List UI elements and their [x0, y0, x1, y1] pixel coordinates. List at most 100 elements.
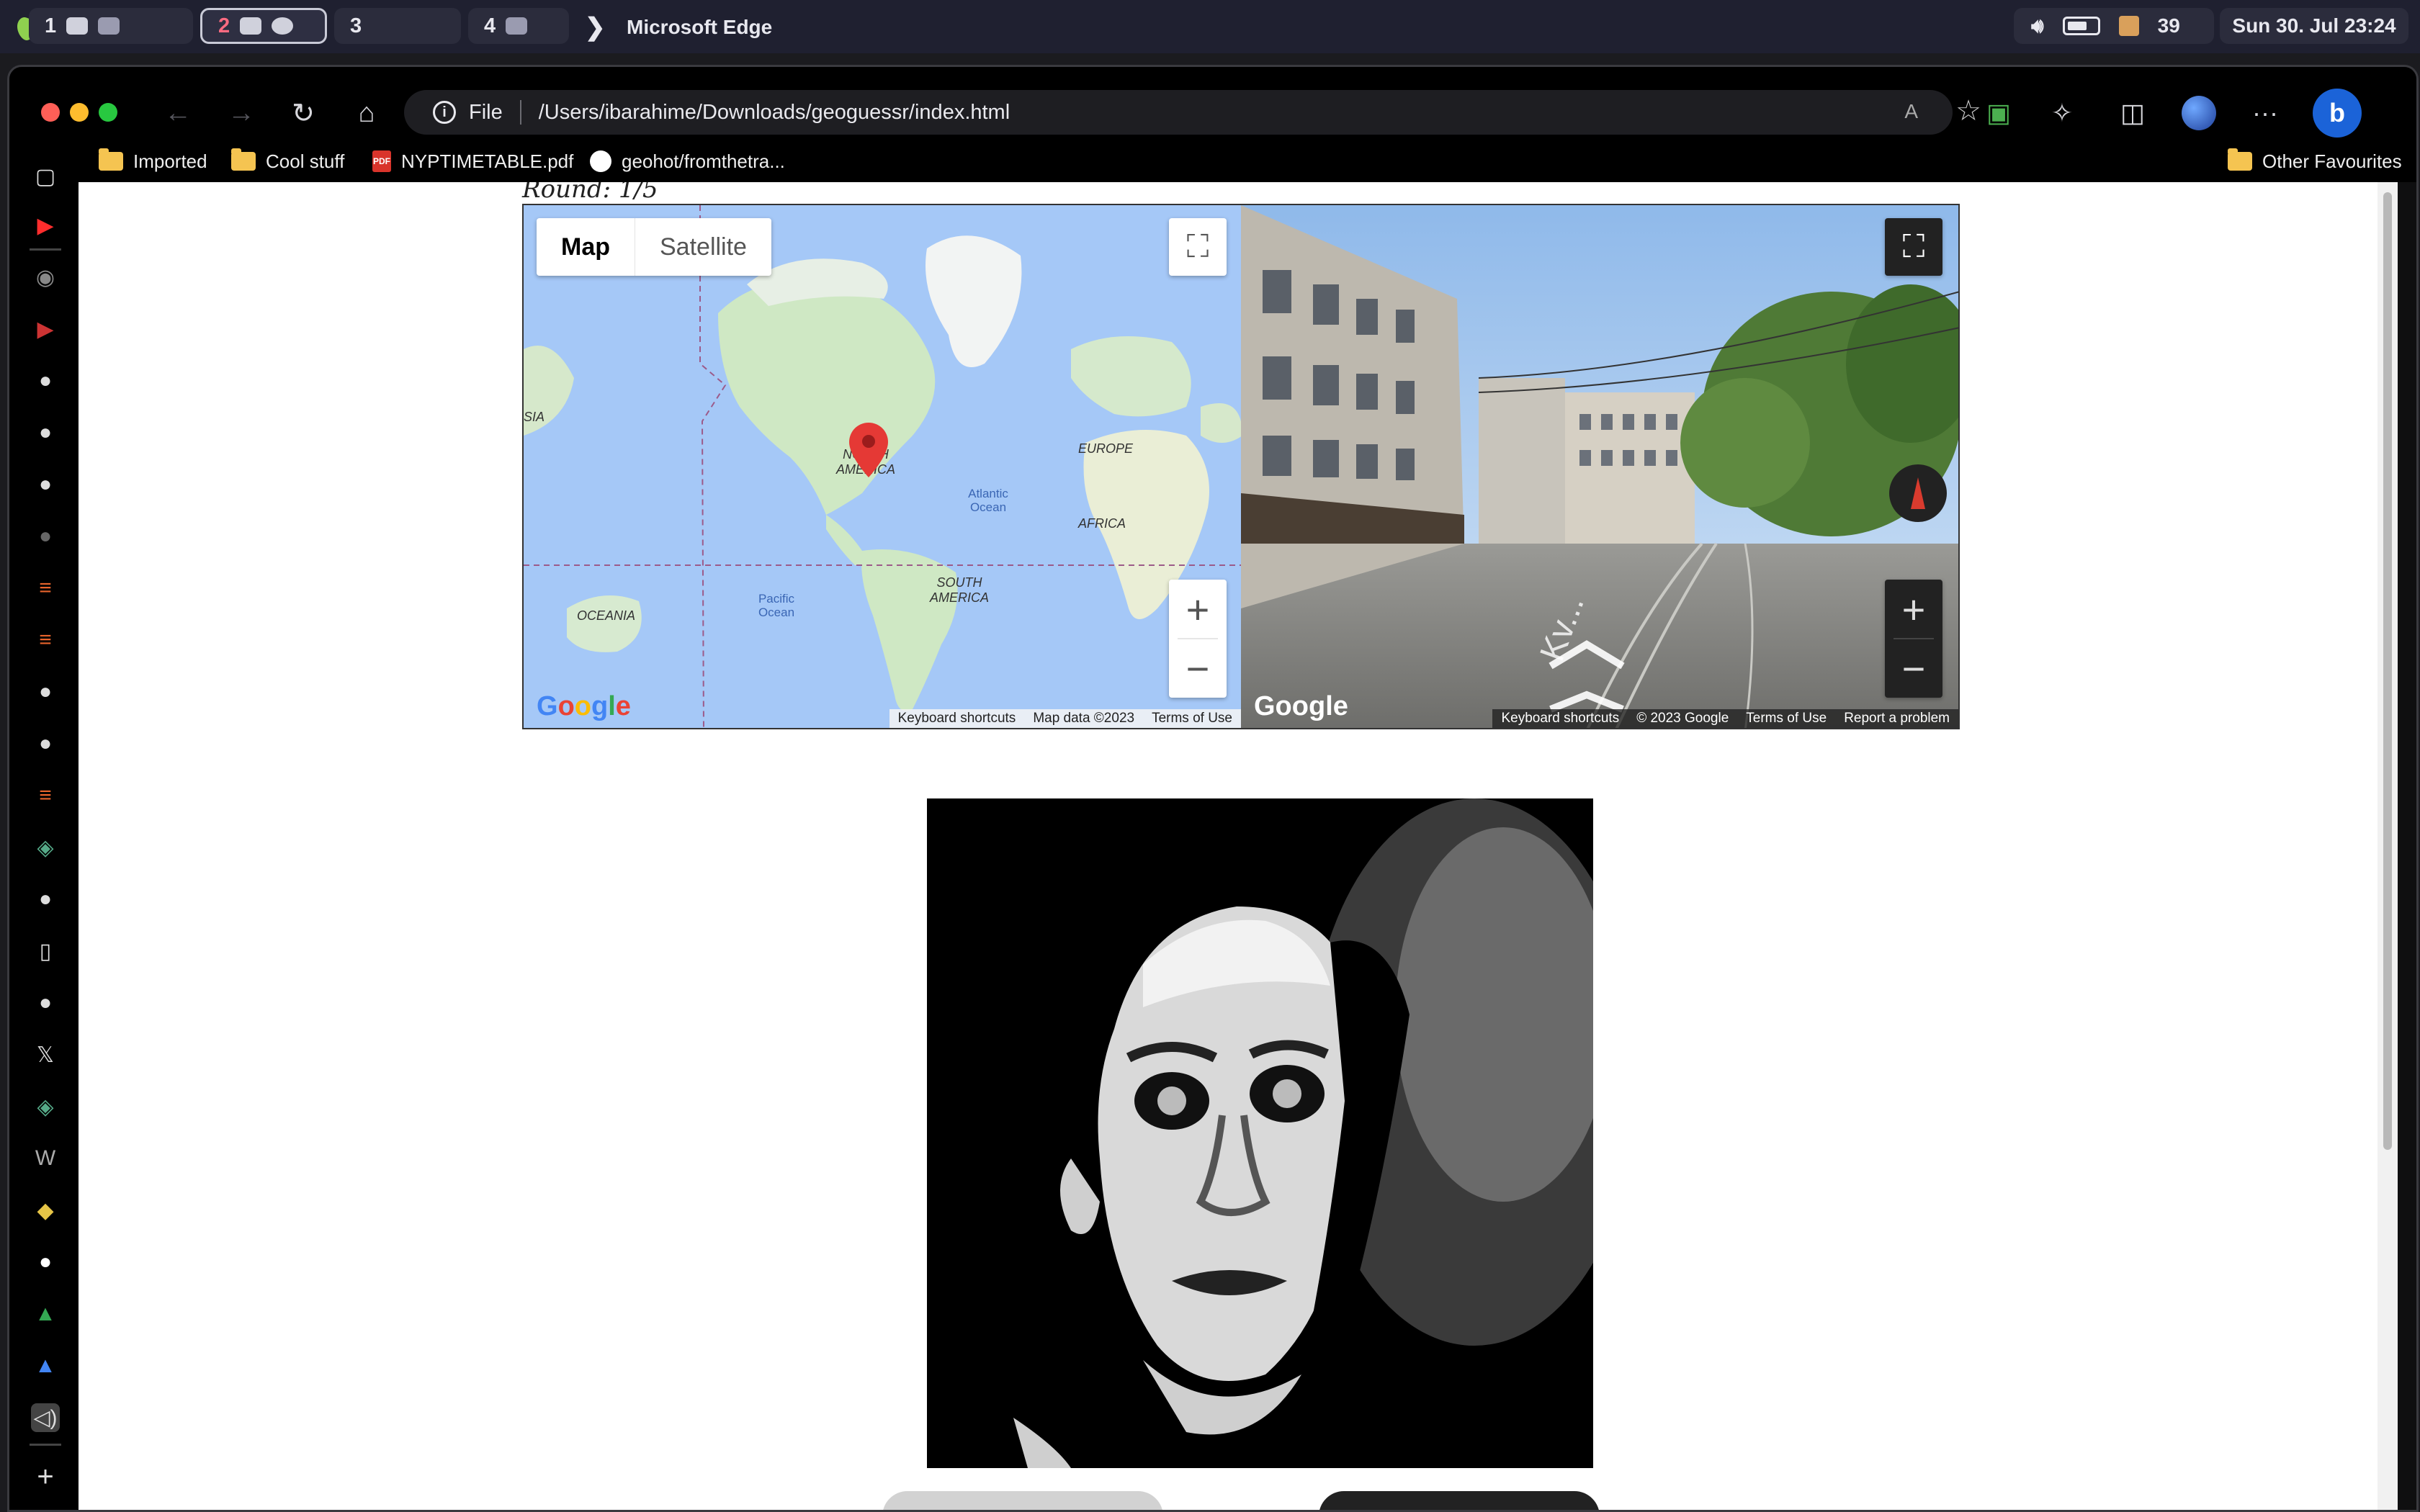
close-window-button[interactable]	[41, 103, 60, 122]
tab-youtube[interactable]: ▶	[31, 211, 60, 240]
map-type-satellite-button[interactable]: Satellite	[635, 218, 771, 276]
tab-apple[interactable]: ●	[31, 522, 60, 551]
workspace-3[interactable]: 3	[334, 8, 461, 44]
divider	[30, 248, 61, 251]
terms-link[interactable]: Terms of Use	[1737, 711, 1835, 726]
map-fullscreen-button[interactable]: ⛶	[1169, 218, 1227, 276]
maximize-window-button[interactable]	[99, 103, 117, 122]
streetview-attribution: Keyboard shortcuts © 2023 Google Terms o…	[1492, 709, 1958, 728]
zoom-out-button[interactable]: −	[1885, 639, 1942, 698]
page-button-left[interactable]	[882, 1491, 1163, 1510]
favorites-bar: Imported Cool stuff PDF NYPTIMETABLE.pdf…	[9, 140, 2416, 182]
scrollbar-thumb[interactable]	[2383, 192, 2392, 1150]
bookmark-cool-stuff[interactable]: Cool stuff	[231, 148, 344, 174]
active-app-name: Microsoft Edge	[627, 16, 773, 38]
zoom-in-button[interactable]: +	[1169, 580, 1227, 639]
tab-github[interactable]: ●	[31, 418, 60, 447]
extensions-puzzle-icon[interactable]: ✧	[2042, 93, 2082, 133]
street-view-panorama[interactable]: Kv... ⛶ + − Google Keyboard shortcuts © …	[1241, 204, 1960, 729]
tab-github[interactable]: ●	[31, 1248, 60, 1277]
back-button[interactable]: ←	[158, 93, 198, 133]
tab-document[interactable]: ▯	[31, 937, 60, 966]
status-tray[interactable]: 🔊︎ 39	[2014, 8, 2214, 44]
extension-icon[interactable]: ▣	[1978, 93, 2019, 133]
chevron-right-icon: ❯	[585, 14, 606, 41]
tab-x[interactable]: 𝕏	[31, 1040, 60, 1069]
tab-github[interactable]: ●	[31, 366, 60, 395]
tab-chatgpt[interactable]: ◈	[31, 1092, 60, 1121]
bookmark-pdf[interactable]: PDF NYPTIMETABLE.pdf	[372, 149, 573, 174]
map-label-atlantic: Atlantic Ocean	[968, 487, 1008, 514]
more-menu-icon[interactable]: ···	[2245, 93, 2285, 133]
streetview-zoom-control: + −	[1885, 580, 1942, 698]
tab-github[interactable]: ●	[31, 678, 60, 706]
menubar: 1 2 3 4 ❯ Microsoft Edge 🔊︎ 39 Sun 30. J…	[0, 0, 2420, 53]
map-marker-icon[interactable]	[849, 423, 888, 477]
tab-wikipedia[interactable]: W	[31, 1144, 60, 1173]
bing-copilot-icon[interactable]: b	[2313, 89, 2362, 138]
streetview-fullscreen-button[interactable]: ⛶	[1885, 218, 1942, 276]
tab-gitlab[interactable]: ◆	[31, 1196, 60, 1225]
url-text[interactable]: /Users/ibarahime/Downloads/geoguessr/ind…	[539, 101, 1010, 125]
edge-icon	[272, 17, 294, 35]
tab-stackoverflow[interactable]: ≡	[31, 626, 60, 654]
zoom-in-button[interactable]: +	[1885, 580, 1942, 639]
profile-avatar[interactable]	[2179, 93, 2219, 133]
workspace-2[interactable]: 2	[200, 8, 327, 44]
tab-actions-icon[interactable]: ▢	[31, 162, 60, 191]
map-type-control: Map Satellite	[537, 218, 771, 276]
pdf-icon: PDF	[372, 150, 391, 172]
tab-google-drive[interactable]: ▲	[31, 1351, 60, 1380]
page-button-right[interactable]	[1319, 1491, 1600, 1510]
tab-chatgpt[interactable]: ◈	[31, 833, 60, 862]
bookmark-label: NYPTIMETABLE.pdf	[401, 150, 574, 172]
clock[interactable]: Sun 30. Jul 23:24	[2220, 8, 2408, 44]
workspace-1[interactable]: 1	[29, 8, 193, 44]
face-image	[927, 798, 1593, 1468]
forward-button[interactable]: →	[221, 93, 261, 133]
home-button[interactable]: ⌂	[346, 93, 387, 133]
guess-map[interactable]: Map Satellite ⛶ EUROPE AFRICA NORTH AMER…	[522, 204, 1241, 729]
workspace-4[interactable]: 4	[468, 8, 569, 44]
favorite-star-icon[interactable]: ☆	[1955, 94, 1981, 127]
desktop: 1 2 3 4 ❯ Microsoft Edge 🔊︎ 39 Sun 30. J…	[0, 0, 2420, 1512]
report-problem-link[interactable]: Report a problem	[1835, 711, 1958, 726]
read-aloud-icon[interactable]: A	[1904, 100, 1918, 123]
battery-icon[interactable]	[2062, 17, 2100, 35]
bookmark-other-favourites[interactable]: Other Favourites	[2228, 148, 2402, 174]
tab-stackoverflow[interactable]: ≡	[31, 781, 60, 810]
tab-stackoverflow[interactable]: ≡	[31, 574, 60, 603]
tab-google-drive[interactable]: ▲	[31, 1300, 60, 1328]
tab-github[interactable]: ●	[31, 885, 60, 914]
minimize-window-button[interactable]	[70, 103, 89, 122]
address-bar[interactable]: i File /Users/ibarahime/Downloads/geogue…	[404, 90, 1981, 135]
google-logo[interactable]: Google	[1254, 691, 1348, 722]
divider	[519, 100, 521, 125]
zoom-out-button[interactable]: −	[1169, 639, 1227, 698]
bookmark-github[interactable]: geohot/fromthetra...	[590, 149, 785, 174]
google-logo[interactable]: Google	[537, 691, 631, 722]
terms-link[interactable]: Terms of Use	[1143, 711, 1241, 726]
map-zoom-control: + −	[1169, 580, 1227, 698]
tab-chrome[interactable]: ◉	[31, 263, 60, 292]
page-scrollbar[interactable]	[2378, 182, 2398, 1510]
tab-github[interactable]: ●	[31, 470, 60, 499]
tab-github[interactable]: ●	[31, 989, 60, 1017]
new-tab-button[interactable]: +	[31, 1461, 60, 1493]
keyboard-shortcuts-link[interactable]: Keyboard shortcuts	[889, 711, 1025, 726]
tab-github[interactable]: ●	[31, 729, 60, 758]
browser-toolbar: ← → ↻ ⌂ i File /Users/ibarahime/Download…	[9, 67, 2416, 150]
info-icon[interactable]: i	[433, 101, 456, 124]
compass-icon[interactable]	[1889, 464, 1947, 522]
map-label-south-america: SOUTH AMERICA	[929, 575, 989, 605]
keyboard-shortcuts-link[interactable]: Keyboard shortcuts	[1492, 711, 1628, 726]
map-type-map-button[interactable]: Map	[537, 218, 635, 276]
bookmark-imported[interactable]: Imported	[99, 148, 207, 174]
volume-icon[interactable]: 🔊︎	[2031, 14, 2044, 38]
divider	[30, 1444, 61, 1446]
tab-youtube[interactable]: ▶	[31, 315, 60, 343]
reload-button[interactable]: ↻	[283, 93, 323, 133]
tab-audio-active[interactable]: ◁)	[31, 1403, 60, 1432]
split-screen-icon[interactable]: ◫	[2112, 93, 2153, 133]
bookmark-label: Other Favourites	[2262, 150, 2402, 172]
